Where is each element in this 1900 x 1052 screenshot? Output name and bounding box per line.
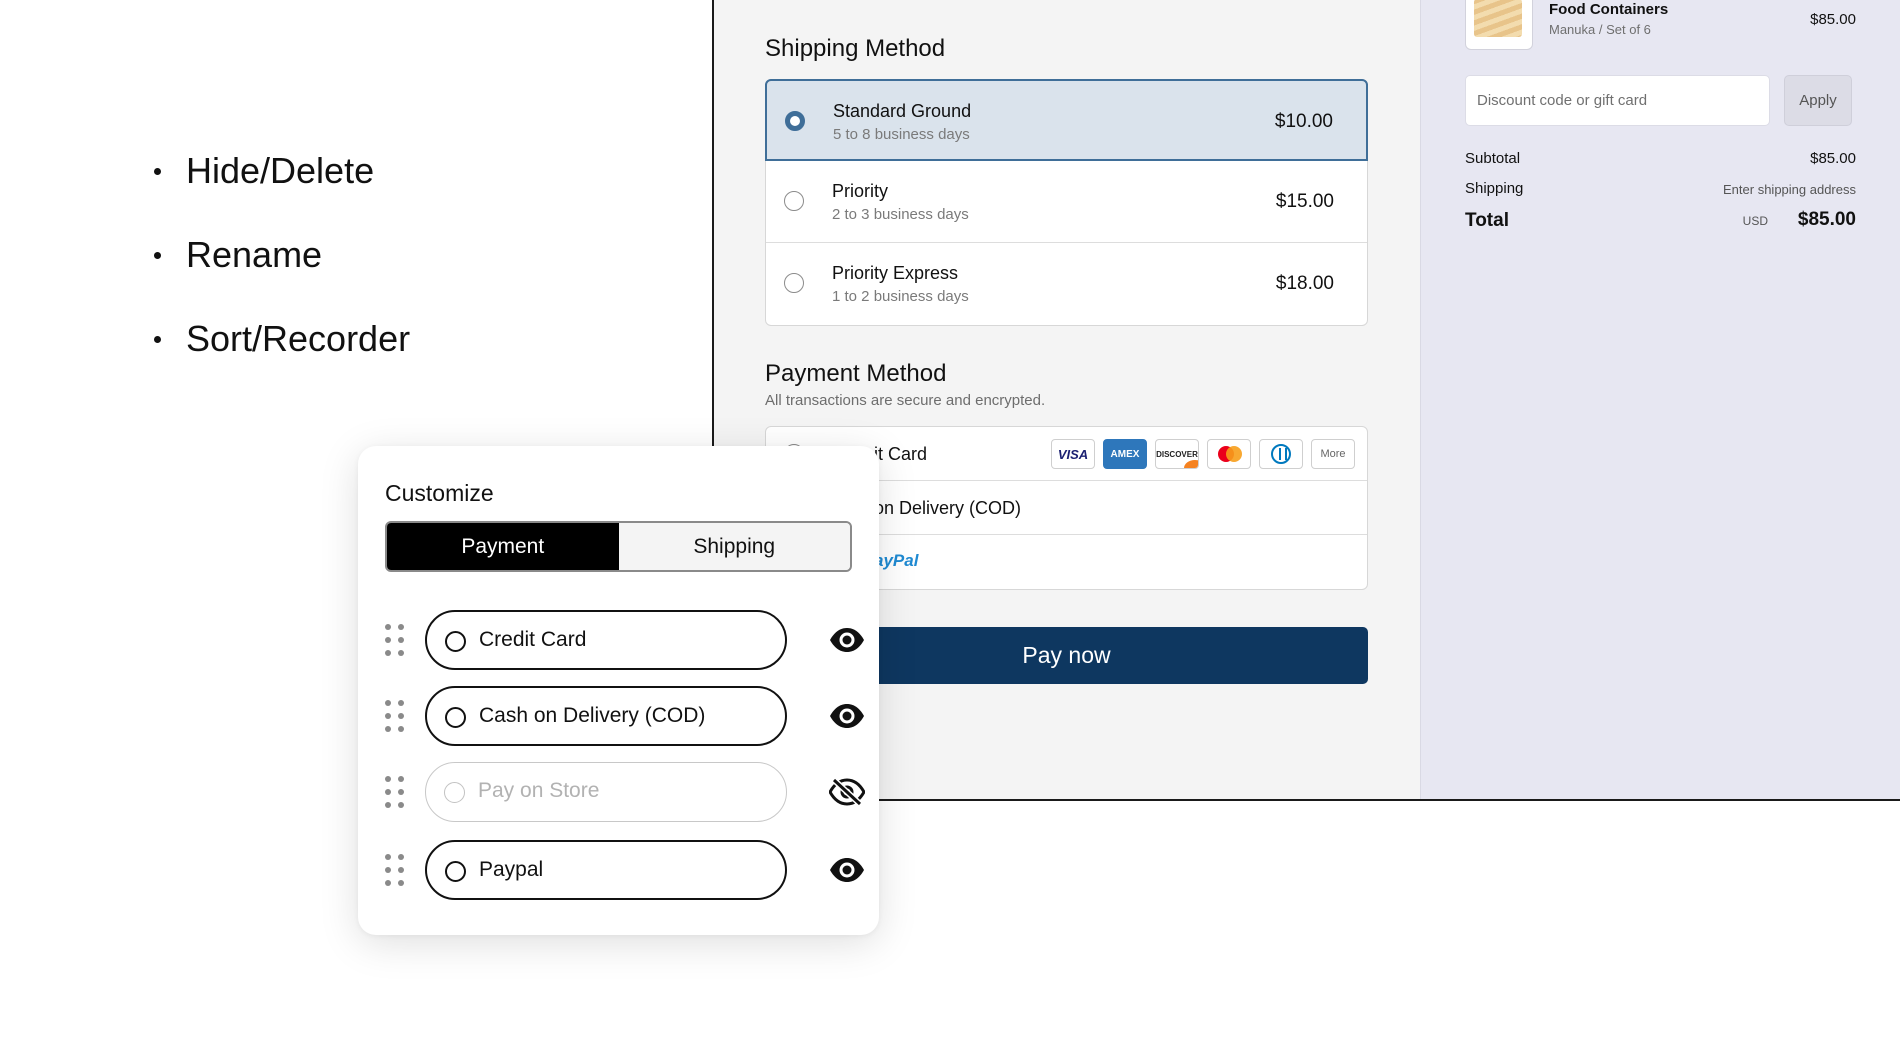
tab-payment[interactable]: Payment <box>387 523 619 570</box>
drag-handle-icon[interactable] <box>385 700 405 732</box>
total-label: Total <box>1465 210 1509 231</box>
tab-shipping[interactable]: Shipping <box>618 523 850 570</box>
subtotal-value: $85.00 <box>1810 150 1856 167</box>
shipping-option-priority[interactable]: Priority 2 to 3 business days $15.00 <box>766 161 1367 243</box>
option-pill[interactable]: Paypal <box>425 840 787 900</box>
option-row-paypal: Paypal <box>385 840 864 900</box>
diners-club-logo-icon <box>1259 439 1303 469</box>
customize-tabs: Payment Shipping <box>385 521 852 572</box>
apply-discount-button[interactable]: Apply <box>1784 75 1852 126</box>
customize-card: Customize Payment Shipping Credit Card C… <box>358 446 879 935</box>
radio-icon[interactable] <box>784 191 804 211</box>
payment-method-subtitle: All transactions are secure and encrypte… <box>765 392 1046 409</box>
discount-code-input[interactable] <box>1465 75 1770 126</box>
payment-option-label: it Card <box>874 444 928 464</box>
radio-icon <box>445 707 466 728</box>
drag-handle-icon[interactable] <box>385 624 405 656</box>
feature-item: Sort/Recorder <box>150 318 410 360</box>
order-summary: Food Containers Manuka / Set of 6 $85.00… <box>1420 0 1900 799</box>
shipping-label: Shipping <box>1465 180 1524 197</box>
option-label: Credit Card <box>479 628 587 651</box>
option-row-pay-on-store: Pay on Store <box>385 762 865 822</box>
option-label: Paypal <box>479 858 544 881</box>
radio-icon[interactable] <box>784 273 804 293</box>
subtotal-label: Subtotal <box>1465 150 1521 167</box>
shipping-option-name: Standard Ground <box>833 101 972 121</box>
shipping-option-name: Priority Express <box>832 263 959 283</box>
payment-option-label: on Delivery (COD) <box>874 498 1022 518</box>
shipping-option-price: $10.00 <box>1274 111 1333 132</box>
option-pill[interactable]: Credit Card <box>425 610 787 670</box>
radio-icon <box>445 861 466 882</box>
visa-logo-icon: VISA <box>1051 439 1095 469</box>
drag-handle-icon[interactable] <box>385 854 405 886</box>
shipping-option-standard-ground[interactable]: Standard Ground 5 to 8 business days $10… <box>765 79 1368 161</box>
product-price: $85.00 <box>1810 11 1856 28</box>
product-variant: Manuka / Set of 6 <box>1549 22 1651 37</box>
shipping-option-price: $15.00 <box>1275 191 1334 212</box>
payment-method-title: Payment Method <box>765 360 947 387</box>
amex-logo-icon: AMEX <box>1103 439 1147 469</box>
eye-icon[interactable] <box>829 702 865 730</box>
checkout-panel: Shipping Method Standard Ground 5 to 8 b… <box>712 0 1900 801</box>
option-pill[interactable]: Cash on Delivery (COD) <box>425 686 787 746</box>
shipping-option-days: 5 to 8 business days <box>833 126 970 143</box>
shipping-option-name: Priority <box>832 181 889 201</box>
option-row-credit-card: Credit Card <box>385 610 864 670</box>
option-pill[interactable]: Pay on Store <box>425 762 787 822</box>
shipping-option-price: $18.00 <box>1275 273 1334 294</box>
total-value: $85.00 <box>1797 209 1856 230</box>
eye-icon[interactable] <box>829 626 865 654</box>
shipping-option-priority-express[interactable]: Priority Express 1 to 2 business days $1… <box>766 243 1367 325</box>
shipping-value: Enter shipping address <box>1723 182 1856 197</box>
radio-icon <box>444 782 465 803</box>
feature-item: Hide/Delete <box>150 150 410 192</box>
radio-icon <box>445 631 466 652</box>
product-name: Food Containers <box>1549 1 1669 18</box>
more-cards-badge[interactable]: More <box>1311 439 1355 469</box>
eye-icon[interactable] <box>829 856 865 884</box>
discover-logo-icon: DISCOVER <box>1155 439 1199 469</box>
card-logos: VISA AMEX DISCOVER More <box>1051 439 1355 469</box>
option-label: Cash on Delivery (COD) <box>479 704 706 727</box>
feature-item: Rename <box>150 234 410 276</box>
eye-off-icon[interactable] <box>829 778 865 806</box>
radio-selected-icon[interactable] <box>785 111 805 131</box>
shipping-option-days: 2 to 3 business days <box>832 206 969 223</box>
feature-list: Hide/Delete Rename Sort/Recorder <box>150 150 410 402</box>
shipping-method-title: Shipping Method <box>765 35 946 62</box>
option-label: Pay on Store <box>478 779 600 802</box>
paypal-logo-icon: ayPal <box>874 551 919 570</box>
drag-handle-icon[interactable] <box>385 776 405 808</box>
customize-title: Customize <box>385 480 494 506</box>
option-row-cod: Cash on Delivery (COD) <box>385 686 864 746</box>
product-thumbnail <box>1465 0 1533 50</box>
total-currency: USD <box>1742 214 1768 228</box>
mastercard-logo-icon <box>1207 439 1251 469</box>
shipping-options: Standard Ground 5 to 8 business days $10… <box>765 79 1368 326</box>
shipping-option-days: 1 to 2 business days <box>832 288 969 305</box>
